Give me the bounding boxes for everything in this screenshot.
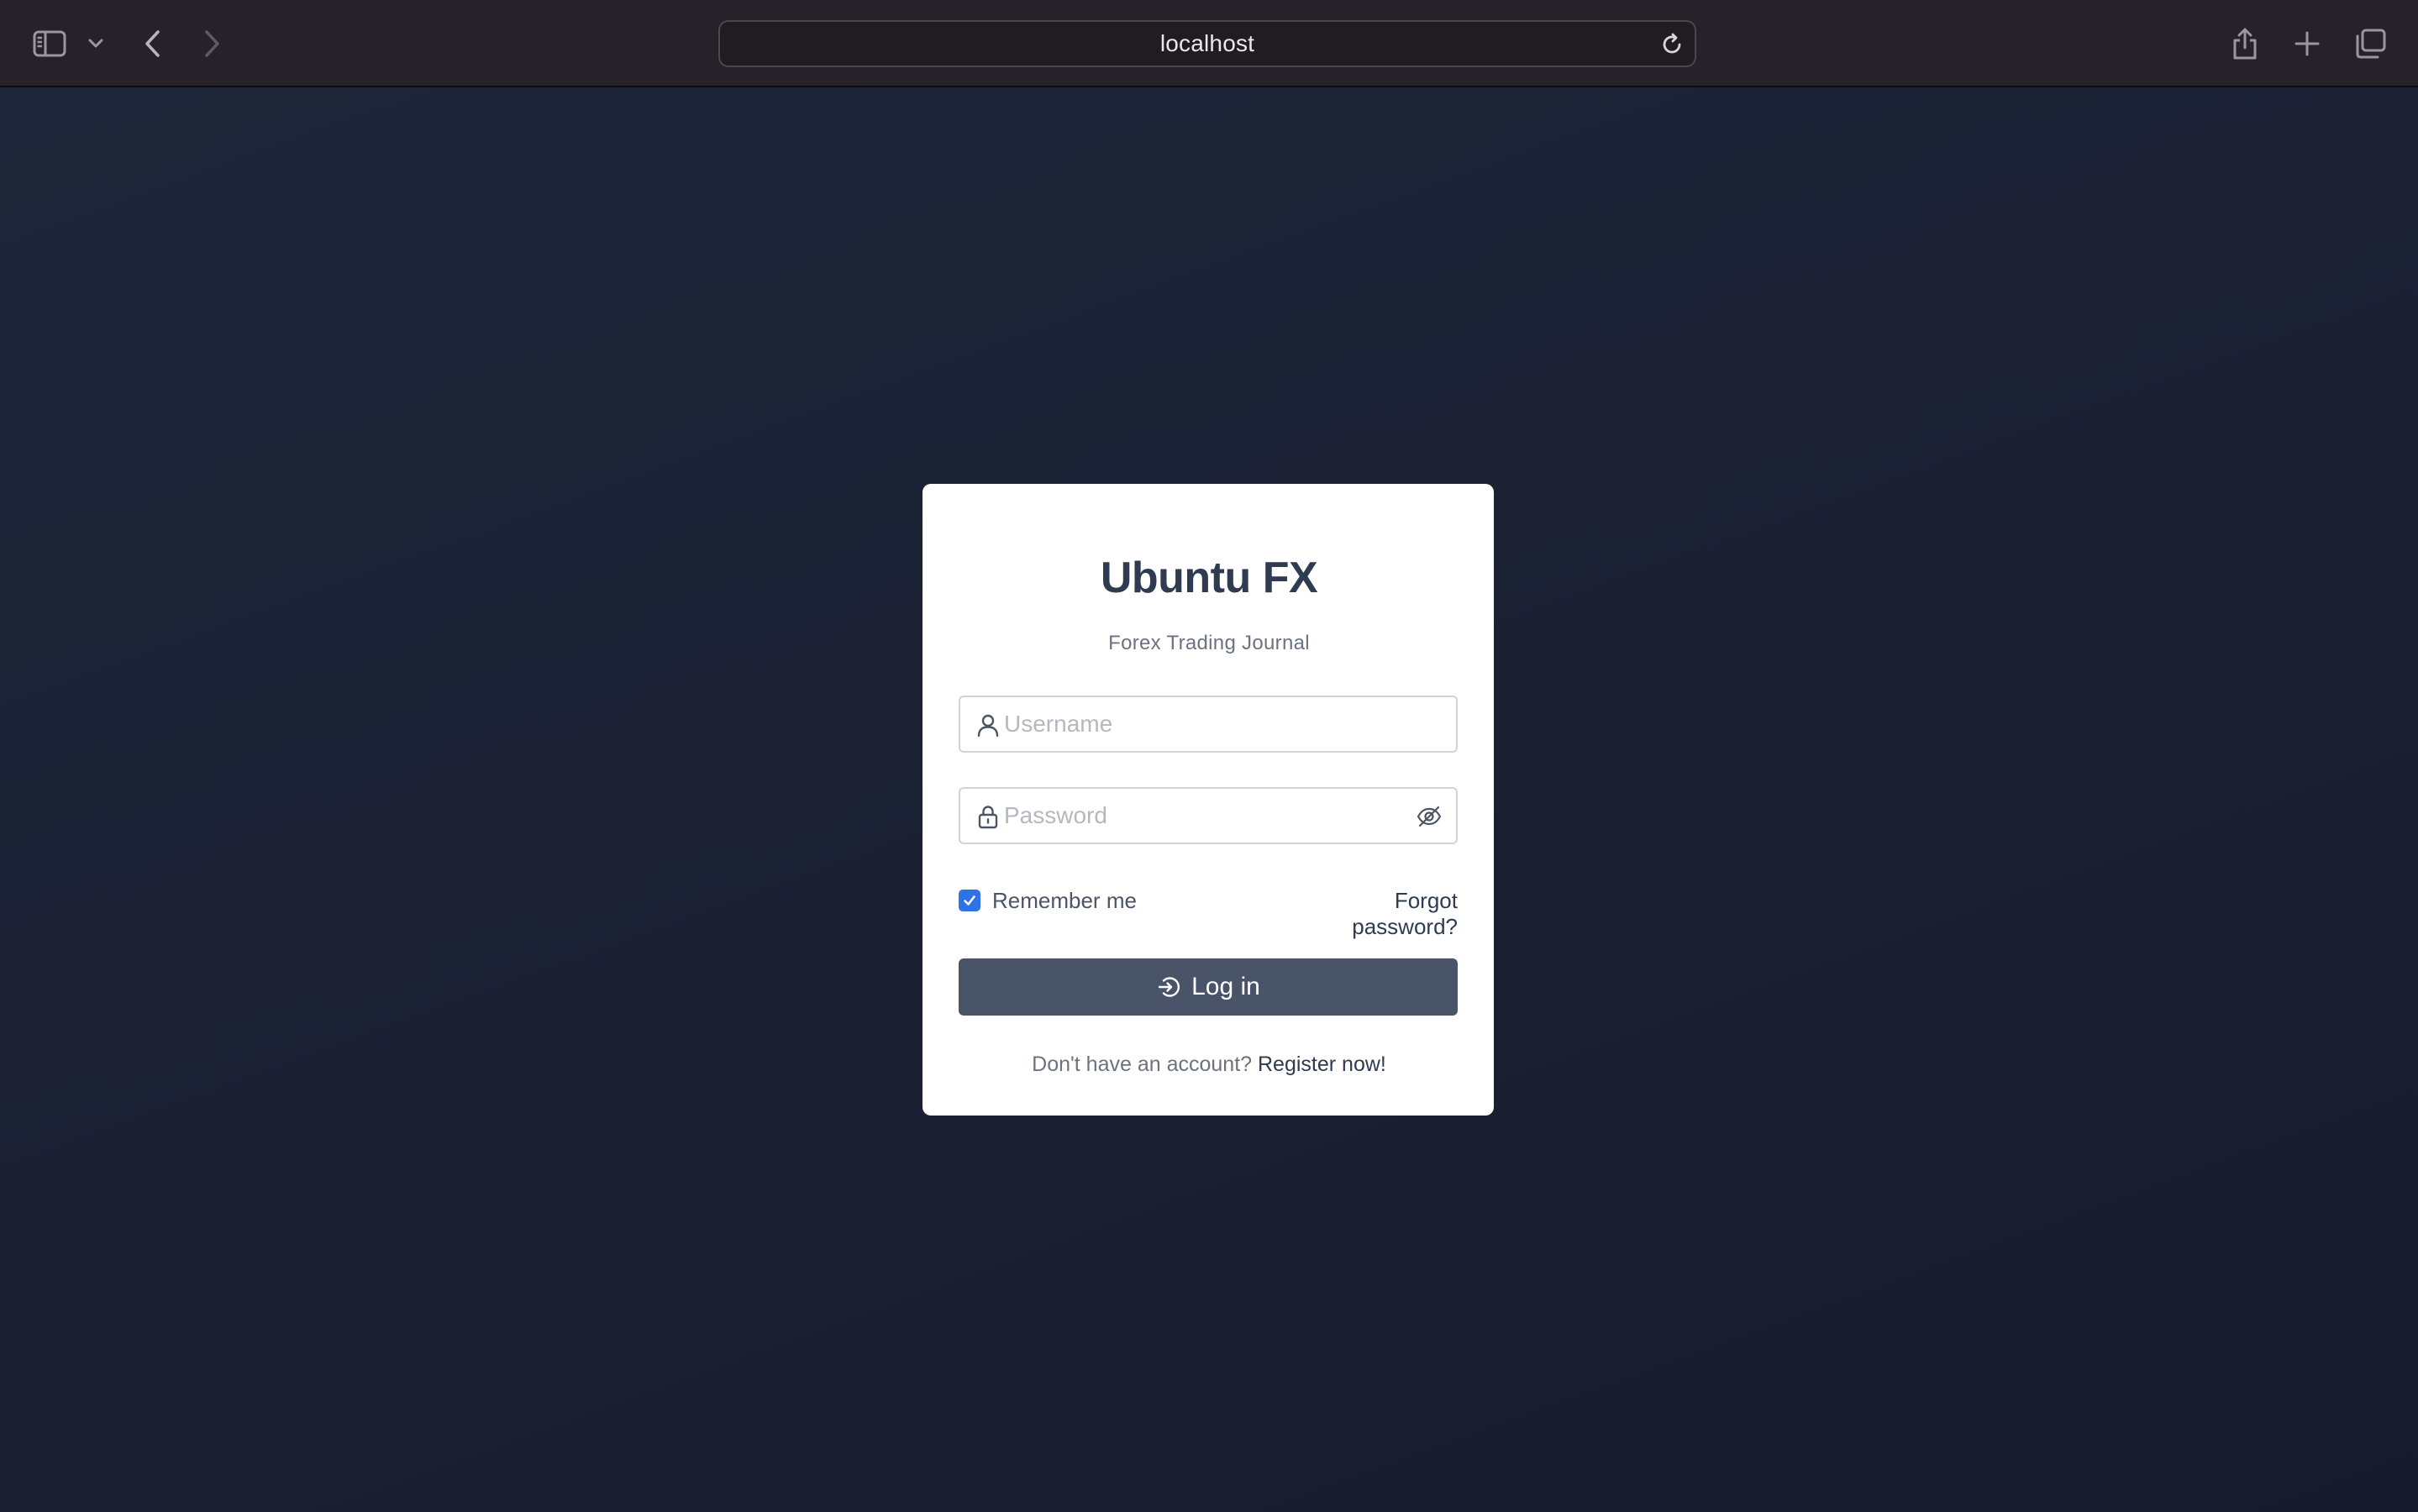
app-title: Ubuntu FX: [1100, 554, 1318, 602]
url-text[interactable]: localhost: [720, 22, 1695, 66]
username-input[interactable]: [1004, 697, 1390, 751]
eye-slash-icon[interactable]: [1416, 803, 1443, 830]
app-subtitle: Forex Trading Journal: [1108, 632, 1310, 654]
user-icon: [975, 712, 1001, 738]
username-field[interactable]: [959, 696, 1458, 753]
checkmark-icon: [964, 895, 975, 906]
reload-icon[interactable]: [1659, 32, 1685, 57]
login-button[interactable]: Log in: [959, 958, 1458, 1016]
chevron-left-icon[interactable]: [129, 20, 176, 67]
lock-icon: [975, 804, 1001, 829]
login-icon: [1156, 974, 1181, 1000]
tabs-overview-icon[interactable]: [2347, 20, 2394, 67]
chevron-down-icon[interactable]: [72, 20, 119, 67]
browser-toolbar: localhost: [0, 0, 2418, 87]
plus-icon[interactable]: [2284, 20, 2331, 67]
remember-me-checkbox[interactable]: [959, 890, 980, 911]
remember-me-label[interactable]: Remember me: [992, 888, 1137, 914]
register-link[interactable]: Register now!: [1258, 1053, 1386, 1076]
chevron-right-icon[interactable]: [188, 20, 235, 67]
password-input[interactable]: [1004, 789, 1390, 843]
register-row: Don't have an account? Register now!: [0, 1053, 2418, 1077]
login-button-label: Log in: [1191, 973, 1260, 1000]
sidebar-icon[interactable]: [26, 20, 73, 67]
share-icon[interactable]: [2221, 20, 2268, 67]
register-prompt: Don't have an account?: [1032, 1053, 1253, 1076]
forgot-password-link[interactable]: Forgot password?: [1290, 888, 1458, 940]
password-field[interactable]: [959, 787, 1458, 844]
address-bar[interactable]: localhost: [718, 20, 1696, 67]
